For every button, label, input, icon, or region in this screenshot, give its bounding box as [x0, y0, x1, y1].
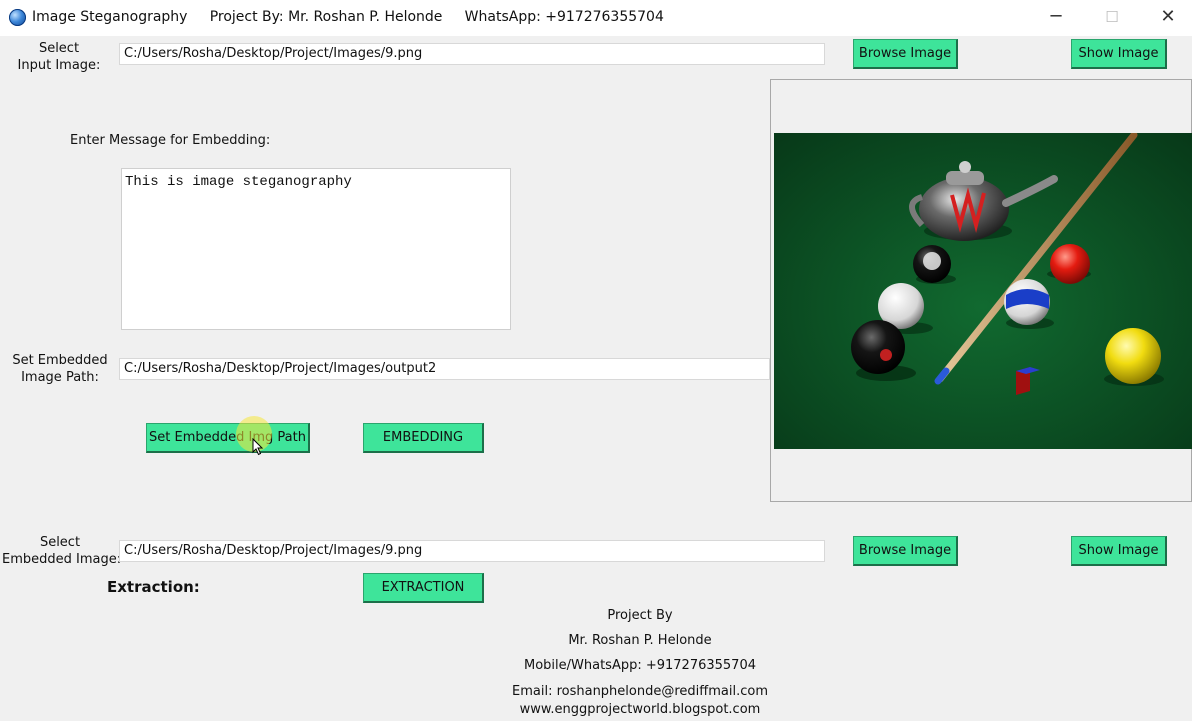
- mouse-cursor-icon: [252, 438, 264, 456]
- close-button[interactable]: ✕: [1140, 0, 1192, 36]
- title-bar: Image Steganography Project By: Mr. Rosh…: [0, 0, 1192, 36]
- app-icon: [9, 9, 26, 26]
- minimize-button[interactable]: ─: [1028, 0, 1084, 36]
- extraction-button[interactable]: EXTRACTION: [363, 573, 484, 603]
- embedded-image-path-field[interactable]: C:/Users/Rosha/Desktop/Project/Images/9.…: [119, 540, 825, 562]
- footer-email: Email: roshanphelonde@rediffmail.com: [512, 684, 768, 699]
- extraction-heading: Extraction:: [107, 578, 200, 596]
- browse-image-button[interactable]: Browse Image: [853, 39, 958, 69]
- embedded-image-label-line1: Select: [39, 535, 81, 550]
- maximize-button[interactable]: ☐: [1084, 0, 1140, 36]
- embedded-image-label-line2: Embedded Image:: [2, 552, 122, 567]
- show-image-button[interactable]: Show Image: [1071, 39, 1167, 69]
- footer-author: Mr. Roshan P. Helonde: [568, 633, 712, 648]
- footer-website: www.enggprojectworld.blogspot.com: [519, 702, 761, 717]
- show-embedded-image-button[interactable]: Show Image: [1071, 536, 1167, 566]
- input-image-label-line1: Select: [38, 41, 80, 56]
- embedded-path-field[interactable]: C:/Users/Rosha/Desktop/Project/Images/ou…: [119, 358, 770, 380]
- embedded-path-label: Set Embedded Image Path:: [8, 352, 112, 386]
- footer-project-by: Project By: [607, 608, 673, 623]
- input-image-label-line2: Input Image:: [17, 58, 101, 73]
- embedded-path-label-line2: Image Path:: [21, 370, 99, 385]
- message-textarea[interactable]: This is image steganography: [121, 168, 511, 330]
- embedding-button[interactable]: EMBEDDING: [363, 423, 484, 453]
- billiards-preview-image: [774, 133, 1192, 449]
- set-embedded-path-button[interactable]: Set Embedded Img Path: [146, 423, 310, 453]
- embedded-image-label: Select Embedded Image:: [2, 534, 122, 568]
- browse-embedded-image-button[interactable]: Browse Image: [853, 536, 958, 566]
- input-image-label: Select Input Image:: [14, 40, 104, 74]
- embedded-path-label-line1: Set Embedded: [12, 353, 108, 368]
- footer-phone: Mobile/WhatsApp: +917276355704: [523, 658, 756, 673]
- window-title: Image Steganography Project By: Mr. Rosh…: [32, 9, 664, 25]
- message-label: Enter Message for Embedding:: [70, 133, 271, 148]
- image-preview-panel: [770, 79, 1192, 502]
- input-image-path-field[interactable]: C:/Users/Rosha/Desktop/Project/Images/9.…: [119, 43, 825, 65]
